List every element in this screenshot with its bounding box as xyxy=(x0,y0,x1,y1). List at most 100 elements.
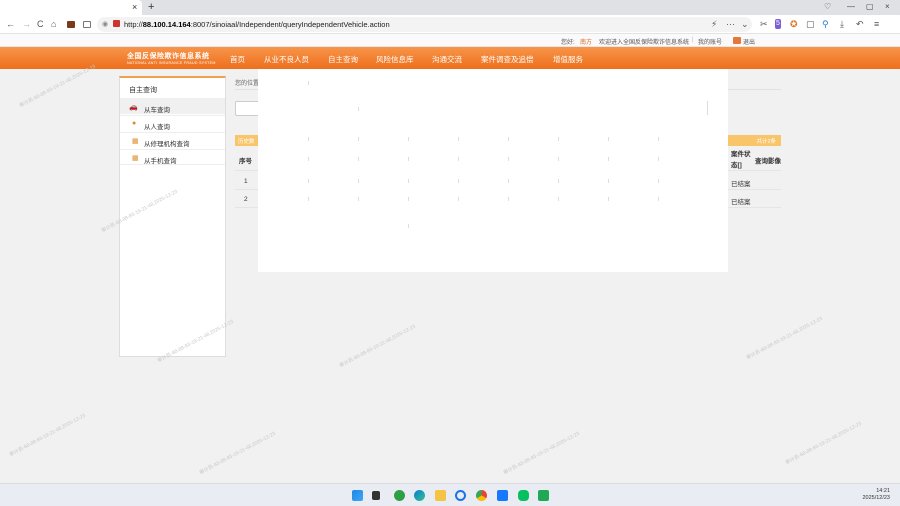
overlay-mark xyxy=(308,179,309,183)
watermark: 审计员-88-88-83-19-21-48,2025-12-23 xyxy=(338,323,417,370)
nav-home[interactable]: 首页 xyxy=(230,54,245,65)
extension-badge-icon[interactable]: 5 xyxy=(775,19,781,29)
overlay-mark xyxy=(358,157,359,161)
forward-icon[interactable]: → xyxy=(22,19,31,29)
logout-icon[interactable] xyxy=(733,37,741,44)
undo-icon[interactable]: ↶ xyxy=(856,19,864,29)
sidebar-item-repair-shop[interactable]: ▦ 从修理机构查询 xyxy=(120,132,225,148)
overlay-mark xyxy=(358,137,359,141)
spreadsheet-icon[interactable] xyxy=(538,490,549,501)
sidebar-item-label: 从人查询 xyxy=(144,124,170,131)
column-header-index: 序号 xyxy=(239,158,252,165)
overlay-mark xyxy=(658,179,659,183)
collections-icon[interactable]: ▢ xyxy=(806,19,815,29)
nav-communication[interactable]: 沟通交流 xyxy=(432,54,462,65)
sidebar-icon[interactable] xyxy=(83,21,91,28)
overlay-mark xyxy=(558,157,559,161)
file-explorer-icon[interactable] xyxy=(435,490,446,501)
edge-icon[interactable] xyxy=(414,490,425,501)
clock-time: 14:21 xyxy=(876,488,890,494)
overlay-mark xyxy=(358,197,359,201)
overlay-mark xyxy=(358,179,359,183)
overlay-mark xyxy=(658,157,659,161)
clock-date: 2025/12/23 xyxy=(862,495,890,501)
watermark: 审计员-88-88-83-19-21-48,2025-12-23 xyxy=(745,315,824,362)
nav-self-query[interactable]: 自主查询 xyxy=(328,54,358,65)
new-tab-button[interactable]: + xyxy=(148,1,154,13)
overlay-mark xyxy=(608,197,609,201)
overlay-mark xyxy=(608,157,609,161)
site-logo[interactable]: 全国反保险欺诈信息系统 NATIONAL ANTI INSURANCE FRAU… xyxy=(127,51,216,65)
table-row-status: 已结案 xyxy=(731,181,751,188)
masked-overlay xyxy=(258,69,728,272)
building-icon: ▦ xyxy=(132,138,139,145)
watermark: 审计员-88-88-83-19-21-48,2025-12-23 xyxy=(502,430,581,477)
close-tab-icon[interactable]: × xyxy=(132,2,137,12)
nav-risk-database[interactable]: 风险信息库 xyxy=(376,54,414,65)
logo-chinese: 全国反保险欺诈信息系统 xyxy=(127,51,210,60)
game-icon[interactable]: ✪ xyxy=(790,19,798,29)
overlay-mark xyxy=(658,197,659,201)
overlay-mark xyxy=(508,157,509,161)
overlay-mark xyxy=(558,197,559,201)
overlay-mark xyxy=(458,137,459,141)
overlay-mark xyxy=(508,137,509,141)
sidebar-item-vehicle[interactable]: 🚗 从车查询 xyxy=(120,98,225,114)
tab-strip: × + ♡ — ▢ × xyxy=(0,0,900,15)
start-icon[interactable] xyxy=(352,490,363,501)
dropdown-icon[interactable]: ⌄ xyxy=(741,19,749,29)
search-app-icon[interactable] xyxy=(455,490,466,501)
task-view-icon[interactable] xyxy=(372,491,380,500)
person-icon: ● xyxy=(132,120,137,127)
overlay-mark xyxy=(408,157,409,161)
overlay-mark xyxy=(408,197,409,201)
extension-icon[interactable] xyxy=(67,21,75,28)
wechat-icon[interactable] xyxy=(518,490,529,501)
browser-tab[interactable]: × xyxy=(0,0,142,15)
screenshot-icon[interactable]: ✂ xyxy=(760,19,768,29)
column-header-case-status: 案件状态[] xyxy=(731,151,751,169)
watermark: 审计员-88-88-83-19-21-48,2025-12-23 xyxy=(198,430,277,477)
menu-icon[interactable]: ≡ xyxy=(874,19,879,29)
messenger-icon[interactable] xyxy=(497,490,508,501)
address-url[interactable]: http://88.100.14.164:8007/sinoiaal/Indep… xyxy=(124,20,390,29)
nav-bad-personnel[interactable]: 从业不良人员 xyxy=(264,54,309,65)
back-icon[interactable]: ← xyxy=(6,19,15,29)
overlay-mark xyxy=(308,137,309,141)
more-icon[interactable]: ··· xyxy=(726,19,735,29)
minimize-button[interactable]: — xyxy=(847,2,855,11)
overlay-mark xyxy=(458,179,459,183)
table-row-index: 2 xyxy=(244,196,248,203)
maximize-button[interactable]: ▢ xyxy=(866,2,874,11)
nav-value-services[interactable]: 增值服务 xyxy=(553,54,583,65)
overlay-mark xyxy=(408,179,409,183)
search-icon[interactable]: ⚲ xyxy=(822,19,829,29)
nav-case-investigation[interactable]: 案件调查及追偿 xyxy=(481,54,534,65)
lightning-icon[interactable]: ⚡ xyxy=(711,19,717,29)
chrome-icon[interactable] xyxy=(476,490,487,501)
logout-link[interactable]: 退出 xyxy=(743,37,755,46)
address-bar[interactable]: ◉ http://88.100.14.164:8007/sinoiaal/Ind… xyxy=(97,17,752,32)
system-clock[interactable]: 14:21 2025/12/23 xyxy=(862,488,890,502)
table-row-index: 1 xyxy=(244,178,248,185)
security-icon[interactable]: ◉ xyxy=(102,20,108,28)
refresh-icon[interactable]: C xyxy=(37,19,44,29)
home-icon[interactable]: ⌂ xyxy=(51,19,56,29)
history-label: 历史数 xyxy=(238,139,255,145)
separator: | xyxy=(692,37,694,43)
sidebar-item-label: 从车查询 xyxy=(144,107,170,114)
favorites-icon[interactable]: ♡ xyxy=(824,2,831,11)
main-nav: 全国反保险欺诈信息系统 NATIONAL ANTI INSURANCE FRAU… xyxy=(0,47,900,69)
overlay-mark xyxy=(508,179,509,183)
browser-toolbar: ← → C ⌂ ◉ http://88.100.14.164:8007/sino… xyxy=(0,15,900,34)
overlay-mark xyxy=(308,81,309,85)
browser-360-icon[interactable] xyxy=(394,490,405,501)
my-account-link[interactable]: 我的账号 xyxy=(698,37,722,46)
breadcrumb: 您的位置 xyxy=(235,81,260,87)
close-window-button[interactable]: × xyxy=(885,2,890,11)
site-top-bar: 您好: 南方 欢迎进入全国反保险欺诈信息系统 | 我的账号 退出 xyxy=(0,34,900,47)
sidebar-item-person[interactable]: ● 从人查询 xyxy=(120,115,225,131)
sidebar-item-phone[interactable]: ▦ 从手机查询 xyxy=(120,149,225,165)
overlay-mark xyxy=(308,197,309,201)
download-icon[interactable]: ⤓ xyxy=(840,19,844,29)
